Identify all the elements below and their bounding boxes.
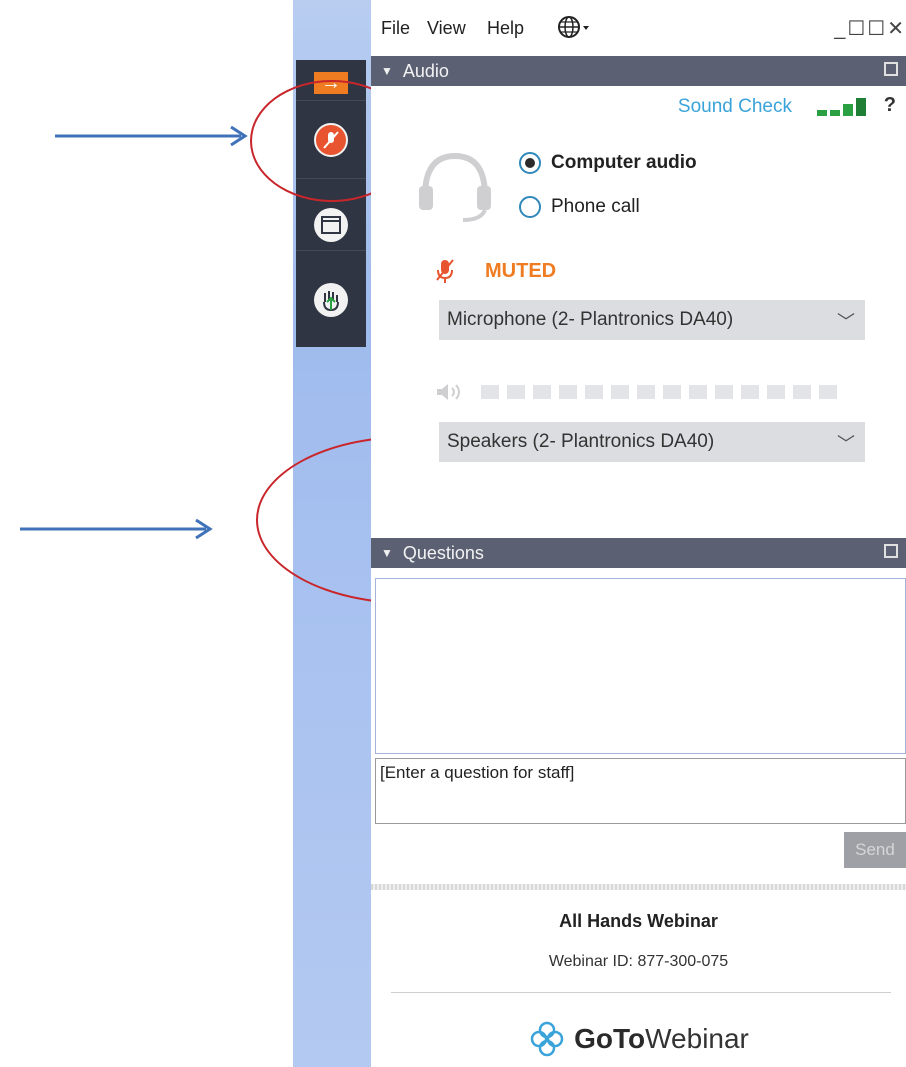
speaker-volume-meter bbox=[435, 382, 845, 402]
popout-icon[interactable] bbox=[884, 62, 898, 76]
chevron-down-icon: ﹀ bbox=[837, 434, 855, 454]
muted-label: MUTED bbox=[485, 259, 557, 282]
logo-text-bold: GoTo bbox=[574, 1023, 646, 1054]
microphone-select-value: Microphone (2- Plantronics DA40) bbox=[447, 309, 734, 330]
menu-bar: File View Help _☐☐✕ bbox=[371, 0, 906, 56]
collapse-triangle-icon: ▼ bbox=[381, 64, 393, 78]
speaker-icon bbox=[437, 384, 460, 400]
gotowebinar-control-panel: File View Help _☐☐✕ ▼ Audio Sound Check … bbox=[371, 0, 906, 1067]
microphone-select[interactable]: Microphone (2- Plantronics DA40) ﹀ bbox=[439, 300, 865, 340]
webinar-title: All Hands Webinar bbox=[559, 911, 718, 931]
annotation-arrow-bottom bbox=[20, 518, 213, 540]
chevron-down-icon: ﹀ bbox=[837, 312, 855, 332]
logo-text-rest: Webinar bbox=[645, 1023, 749, 1054]
gotowebinar-logo: GoTo Webinar bbox=[371, 1020, 906, 1058]
microphone-muted-icon bbox=[436, 259, 454, 283]
window-controls[interactable]: _☐☐✕ bbox=[834, 16, 906, 41]
window-icon bbox=[314, 208, 348, 242]
phone-call-option[interactable]: Phone call bbox=[519, 196, 640, 218]
annotation-arrow-top bbox=[55, 125, 248, 147]
radio-unselected-icon bbox=[519, 196, 541, 218]
computer-audio-label: Computer audio bbox=[551, 152, 697, 173]
audio-section: Sound Check ? Computer audio Phone call … bbox=[371, 86, 906, 536]
collapse-triangle-icon: ▼ bbox=[381, 546, 393, 560]
send-button[interactable]: Send bbox=[844, 832, 906, 868]
question-input[interactable]: [Enter a question for staff] bbox=[375, 758, 906, 824]
window-toggle-button[interactable] bbox=[296, 200, 366, 250]
speakers-select-value: Speakers (2- Plantronics DA40) bbox=[447, 431, 715, 452]
popout-icon[interactable] bbox=[884, 544, 898, 558]
questions-header-label: Questions bbox=[402, 542, 484, 563]
globe-icon[interactable] bbox=[557, 14, 591, 45]
webinar-id: Webinar ID: 877-300-075 bbox=[548, 953, 729, 970]
headset-icon bbox=[419, 152, 491, 222]
signal-bars-icon bbox=[817, 98, 866, 116]
radio-selected-icon bbox=[519, 152, 541, 174]
questions-section: [Enter a question for staff] Send bbox=[371, 572, 906, 882]
menu-view[interactable]: View bbox=[427, 18, 466, 39]
questions-header[interactable]: ▼ Questions bbox=[371, 538, 906, 568]
gotowebinar-logo-icon bbox=[530, 1021, 564, 1057]
menu-file[interactable]: File bbox=[381, 18, 410, 39]
raise-hand-button[interactable] bbox=[296, 275, 366, 325]
muted-status: MUTED bbox=[435, 258, 556, 284]
divider bbox=[371, 884, 906, 890]
questions-log[interactable] bbox=[375, 578, 906, 754]
speakers-select[interactable]: Speakers (2- Plantronics DA40) ﹀ bbox=[439, 422, 865, 462]
phone-call-label: Phone call bbox=[551, 196, 640, 217]
sound-check-link[interactable]: Sound Check bbox=[678, 96, 792, 118]
footer-divider bbox=[391, 992, 891, 993]
audio-header[interactable]: ▼ Audio bbox=[371, 56, 906, 86]
help-button[interactable]: ? bbox=[884, 94, 896, 117]
computer-audio-option[interactable]: Computer audio bbox=[519, 152, 697, 174]
raise-hand-icon bbox=[314, 283, 348, 317]
menu-help[interactable]: Help bbox=[487, 18, 524, 39]
audio-header-label: Audio bbox=[402, 60, 449, 81]
